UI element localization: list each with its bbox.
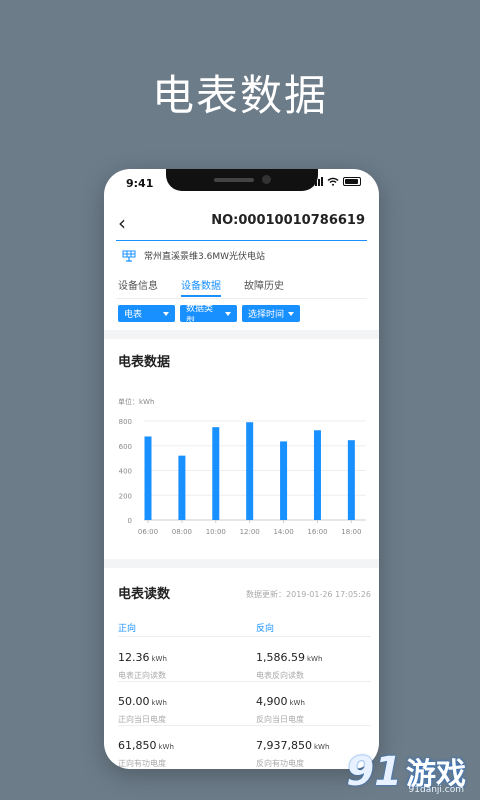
watermark-logo: 91 xyxy=(346,749,402,795)
tab-bar: 设备信息 设备数据 故障历史 xyxy=(116,273,367,299)
reading-value: 12.36 xyxy=(118,651,150,664)
x-tick-label: 06:00 xyxy=(138,528,158,536)
chart-bar[interactable] xyxy=(313,430,321,520)
section-divider xyxy=(104,559,379,568)
time-dropdown[interactable]: 选择时间 xyxy=(242,305,300,322)
station-row: 常州直溪景维3.6MW光伏电站 xyxy=(122,249,265,262)
front-camera xyxy=(262,175,271,184)
reading-unit: kWh xyxy=(151,655,167,663)
caret-down-icon xyxy=(163,311,169,316)
section-divider xyxy=(104,330,379,339)
reading-cell: 12.36 kWh 电表正向读数 xyxy=(118,646,167,681)
chart-bar[interactable] xyxy=(212,427,220,520)
hero-title: 电表数据 xyxy=(151,71,328,120)
nav-bar: ‹ NO:00010010786619 xyxy=(116,211,367,241)
chart-bar[interactable] xyxy=(280,441,288,520)
status-icons xyxy=(312,177,361,186)
caret-down-icon xyxy=(225,311,231,316)
reading-cell: 7,937,850 kWh 反向有功电度 xyxy=(256,734,329,769)
filter-bar: 电表 数据类型 选择时间 xyxy=(118,304,300,327)
tab-device-data[interactable]: 设备数据 xyxy=(181,273,221,297)
update-timestamp: 数据更新：2019-01-26 17:05:26 xyxy=(246,590,371,599)
reading-value: 7,937,850 xyxy=(256,739,312,752)
reading-value: 1,586.59 xyxy=(256,651,305,664)
phone-frame: 9:41 ‹ NO:00010010786619 常州直溪景维3.6MW光伏电站… xyxy=(104,169,379,769)
reading-cell: 61,850 kWh 正向有功电度 xyxy=(118,734,174,769)
reading-cell: 1,586.59 kWh 电表反向读数 xyxy=(256,646,322,681)
forward-column-header: 正向 xyxy=(118,624,137,634)
reading-cell: 4,900 kWh 反向当日电度 xyxy=(256,690,305,725)
reading-label: 电表正向读数 xyxy=(118,671,166,680)
reading-unit: kWh xyxy=(306,655,323,663)
chart-bar[interactable] xyxy=(246,422,254,520)
watermark-url: 91danji.com xyxy=(408,785,464,795)
caret-down-icon xyxy=(288,311,294,316)
tab-device-info[interactable]: 设备信息 xyxy=(118,273,158,292)
y-tick-label: 400 xyxy=(119,468,132,476)
battery-icon xyxy=(343,177,361,186)
row-divider xyxy=(118,681,371,682)
x-tick-label: 12:00 xyxy=(240,528,260,536)
reading-label: 正向有功电度 xyxy=(118,759,166,768)
device-number-title: NO:00010010786619 xyxy=(211,213,365,228)
x-tick-label: 18:00 xyxy=(341,528,361,536)
reading-unit: kWh xyxy=(151,699,167,707)
reverse-column-header: 反向 xyxy=(256,624,275,634)
data-type-dropdown-label: 数据类型 xyxy=(186,303,214,327)
readings-card: 电表读数 数据更新：2019-01-26 17:05:26 正向 反向 12.3… xyxy=(104,569,379,769)
x-tick-label: 08:00 xyxy=(172,528,192,536)
y-tick-label: 600 xyxy=(119,443,132,451)
reading-value: 61,850 xyxy=(118,739,157,752)
signal-icon xyxy=(312,177,323,186)
reading-value: 50.00 xyxy=(118,695,150,708)
x-tick-label: 14:00 xyxy=(273,528,293,536)
meter-dropdown[interactable]: 电表 xyxy=(118,305,175,322)
reading-label: 电表反向读数 xyxy=(256,671,304,680)
chart-bar[interactable] xyxy=(144,436,152,520)
data-type-dropdown[interactable]: 数据类型 xyxy=(180,304,237,327)
row-divider xyxy=(118,725,371,726)
speaker-grille xyxy=(214,178,254,182)
tab-fault-history[interactable]: 故障历史 xyxy=(244,273,284,292)
wifi-icon xyxy=(327,177,339,186)
meter-dropdown-label: 电表 xyxy=(124,310,143,320)
reading-value: 4,900 xyxy=(256,695,288,708)
readings-title: 电表读数 xyxy=(118,587,171,602)
reading-label: 正向当日电度 xyxy=(118,715,166,724)
y-tick-label: 0 xyxy=(128,517,132,525)
x-tick-label: 10:00 xyxy=(206,528,226,536)
chevron-left-icon[interactable]: ‹ xyxy=(118,211,126,235)
site-watermark: 91 游戏 91danji.com xyxy=(346,749,466,795)
x-tick-label: 16:00 xyxy=(307,528,327,536)
row-divider xyxy=(118,636,371,637)
phone-notch xyxy=(166,169,318,191)
reading-unit: kWh xyxy=(313,743,330,751)
status-time: 9:41 xyxy=(126,177,154,190)
station-name: 常州直溪景维3.6MW光伏电站 xyxy=(144,252,265,262)
solar-panel-icon xyxy=(122,250,136,262)
bar-chart: 0 200 400 600 800 06:00 08:00 10:00 12:00 14:00 16… xyxy=(119,418,366,536)
chart-card: 电表数据 单位：kWh 0 200 400 600 800 06:00 08:00 10:00… xyxy=(104,339,379,559)
reading-cell: 50.00 kWh 正向当日电度 xyxy=(118,690,167,725)
chart-bar[interactable] xyxy=(347,440,355,520)
chart-bar[interactable] xyxy=(178,455,186,520)
reading-unit: kWh xyxy=(158,743,174,751)
reading-label: 反向当日电度 xyxy=(256,715,304,724)
reading-label: 反向有功电度 xyxy=(256,759,304,768)
time-dropdown-label: 选择时间 xyxy=(248,310,285,320)
reading-unit: kWh xyxy=(289,699,305,707)
y-tick-label: 200 xyxy=(119,492,132,500)
y-tick-label: 800 xyxy=(119,418,132,426)
